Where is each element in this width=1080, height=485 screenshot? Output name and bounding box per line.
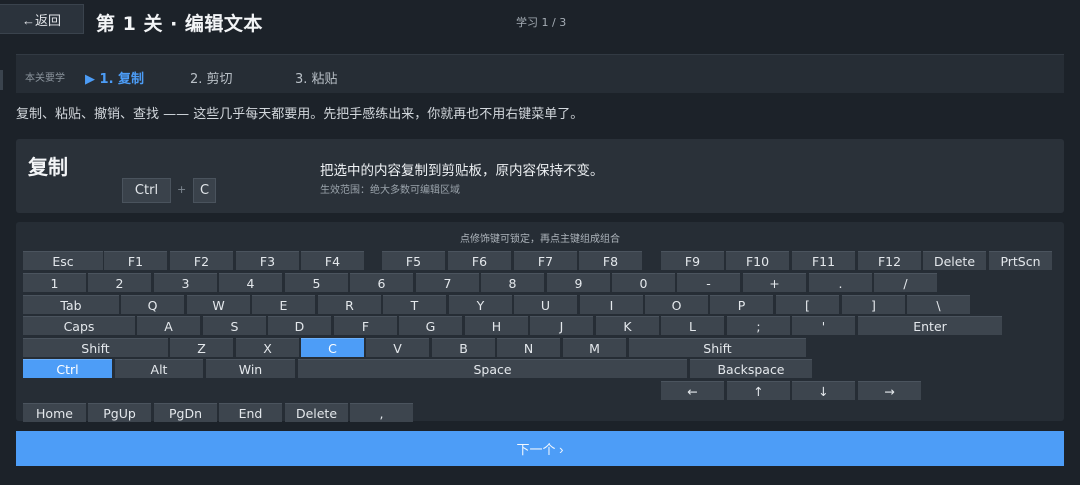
key-2[interactable]: 2 — [88, 273, 151, 292]
key-z[interactable]: Z — [170, 338, 233, 357]
key-delete[interactable]: Delete — [285, 403, 348, 422]
key-pgdn[interactable]: PgDn — [154, 403, 217, 422]
key-f5[interactable]: F5 — [382, 251, 445, 270]
step-copy[interactable]: ▶ 1. 复制 — [85, 68, 144, 87]
key-up[interactable]: ↑ — [727, 381, 790, 400]
key-3[interactable]: 3 — [154, 273, 217, 292]
back-button[interactable]: ←返回 — [0, 4, 84, 34]
keyboard-hint: 点修饰键可锁定，再点主键组成组合 — [460, 234, 620, 245]
lesson-description: 复制、粘贴、撤销、查找 —— 这些几乎每天都要用。先把手感练出来，你就再也不用右… — [16, 107, 584, 122]
key-1[interactable]: 1 — [23, 273, 86, 292]
key-j[interactable]: J — [530, 316, 593, 335]
lesson-steps-bar: 本关要学 ▶ 1. 复制 2. 剪切 3. 粘贴 — [16, 54, 1064, 93]
key-caps[interactable]: Caps — [23, 316, 135, 335]
key-symbol-3-10[interactable]: ; — [727, 316, 790, 335]
key-m[interactable]: M — [563, 338, 626, 357]
key-esc[interactable]: Esc — [23, 251, 103, 270]
key-symbol-1-10[interactable]: - — [677, 273, 740, 292]
key-7[interactable]: 7 — [416, 273, 479, 292]
key-8[interactable]: 8 — [481, 273, 544, 292]
key-f10[interactable]: F10 — [726, 251, 789, 270]
key-f[interactable]: F — [334, 316, 397, 335]
key-left[interactable]: ← — [661, 381, 724, 400]
key-f7[interactable]: F7 — [514, 251, 577, 270]
key-tab[interactable]: Tab — [23, 295, 119, 314]
shortcut-title: 复制 — [28, 155, 68, 179]
next-button[interactable]: 下一个 › — [16, 431, 1064, 466]
shortcut-description: 把选中的内容复制到剪贴板，原内容保持不变。 — [320, 163, 604, 179]
key-k[interactable]: K — [596, 316, 659, 335]
key-end[interactable]: End — [219, 403, 282, 422]
key-9[interactable]: 9 — [547, 273, 610, 292]
key-symbol-1-11[interactable]: + — [743, 273, 806, 292]
key-t[interactable]: T — [383, 295, 446, 314]
key-f4[interactable]: F4 — [301, 251, 364, 270]
key-f2[interactable]: F2 — [170, 251, 233, 270]
key-delete[interactable]: Delete — [923, 251, 986, 270]
key-symbol-2-12[interactable]: ] — [842, 295, 905, 314]
key-symbol-3-11[interactable]: ' — [792, 316, 855, 335]
key-f6[interactable]: F6 — [448, 251, 511, 270]
key-symbol-2-11[interactable]: [ — [776, 295, 839, 314]
key-p[interactable]: P — [710, 295, 773, 314]
lesson-steps-label: 本关要学 — [25, 73, 65, 84]
step-paste[interactable]: 3. 粘贴 — [295, 68, 338, 87]
key-h[interactable]: H — [465, 316, 528, 335]
key-4[interactable]: 4 — [219, 273, 282, 292]
key-f1[interactable]: F1 — [104, 251, 167, 270]
key-f9[interactable]: F9 — [661, 251, 724, 270]
key-home[interactable]: Home — [23, 403, 86, 422]
shortcut-key-ctrl: Ctrl — [122, 178, 171, 203]
key-f3[interactable]: F3 — [236, 251, 299, 270]
key-y[interactable]: Y — [449, 295, 512, 314]
step-cut[interactable]: 2. 剪切 — [190, 68, 233, 87]
key-e[interactable]: E — [252, 295, 315, 314]
key-down[interactable]: ↓ — [792, 381, 855, 400]
key-i[interactable]: I — [580, 295, 643, 314]
key-f11[interactable]: F11 — [792, 251, 855, 270]
key-symbol-1-13[interactable]: / — [874, 273, 937, 292]
key-s[interactable]: S — [203, 316, 266, 335]
key-win[interactable]: Win — [206, 359, 295, 378]
page-title: 第 1 关 · 编辑文本 — [96, 13, 263, 35]
key-o[interactable]: O — [645, 295, 708, 314]
plus-sign: + — [177, 183, 187, 196]
key-n[interactable]: N — [497, 338, 560, 357]
key-c[interactable]: C — [301, 338, 364, 357]
key-u[interactable]: U — [514, 295, 577, 314]
key-l[interactable]: L — [661, 316, 724, 335]
key-5[interactable]: 5 — [285, 273, 348, 292]
key-space[interactable]: Space — [298, 359, 687, 378]
key-b[interactable]: B — [432, 338, 495, 357]
key-6[interactable]: 6 — [350, 273, 413, 292]
key-ctrl[interactable]: Ctrl — [23, 359, 112, 378]
key-backspace[interactable]: Backspace — [690, 359, 812, 378]
key-r[interactable]: R — [318, 295, 381, 314]
key-f12[interactable]: F12 — [858, 251, 921, 270]
sidebar-edge — [0, 70, 3, 90]
key-d[interactable]: D — [268, 316, 331, 335]
key-symbol-2-13[interactable]: \ — [907, 295, 970, 314]
key-shift[interactable]: Shift — [23, 338, 168, 357]
lesson-progress: 学习 1 / 3 — [516, 16, 567, 29]
key-x[interactable]: X — [236, 338, 299, 357]
key-symbol-1-12[interactable]: . — [809, 273, 872, 292]
key-shift[interactable]: Shift — [629, 338, 806, 357]
shortcut-scope: 生效范围：绝大多数可编辑区域 — [320, 185, 460, 196]
key-g[interactable]: G — [399, 316, 462, 335]
key-alt[interactable]: Alt — [115, 359, 203, 378]
shortcut-key-c: C — [193, 178, 216, 203]
key-enter[interactable]: Enter — [858, 316, 1002, 335]
key-symbol-7-5[interactable]: , — [350, 403, 413, 422]
key-q[interactable]: Q — [121, 295, 184, 314]
key-v[interactable]: V — [366, 338, 429, 357]
key-w[interactable]: W — [187, 295, 250, 314]
key-right[interactable]: → — [858, 381, 921, 400]
key-prtscn[interactable]: PrtScn — [989, 251, 1052, 270]
key-a[interactable]: A — [137, 316, 200, 335]
key-pgup[interactable]: PgUp — [88, 403, 151, 422]
key-0[interactable]: 0 — [612, 273, 675, 292]
key-f8[interactable]: F8 — [579, 251, 642, 270]
